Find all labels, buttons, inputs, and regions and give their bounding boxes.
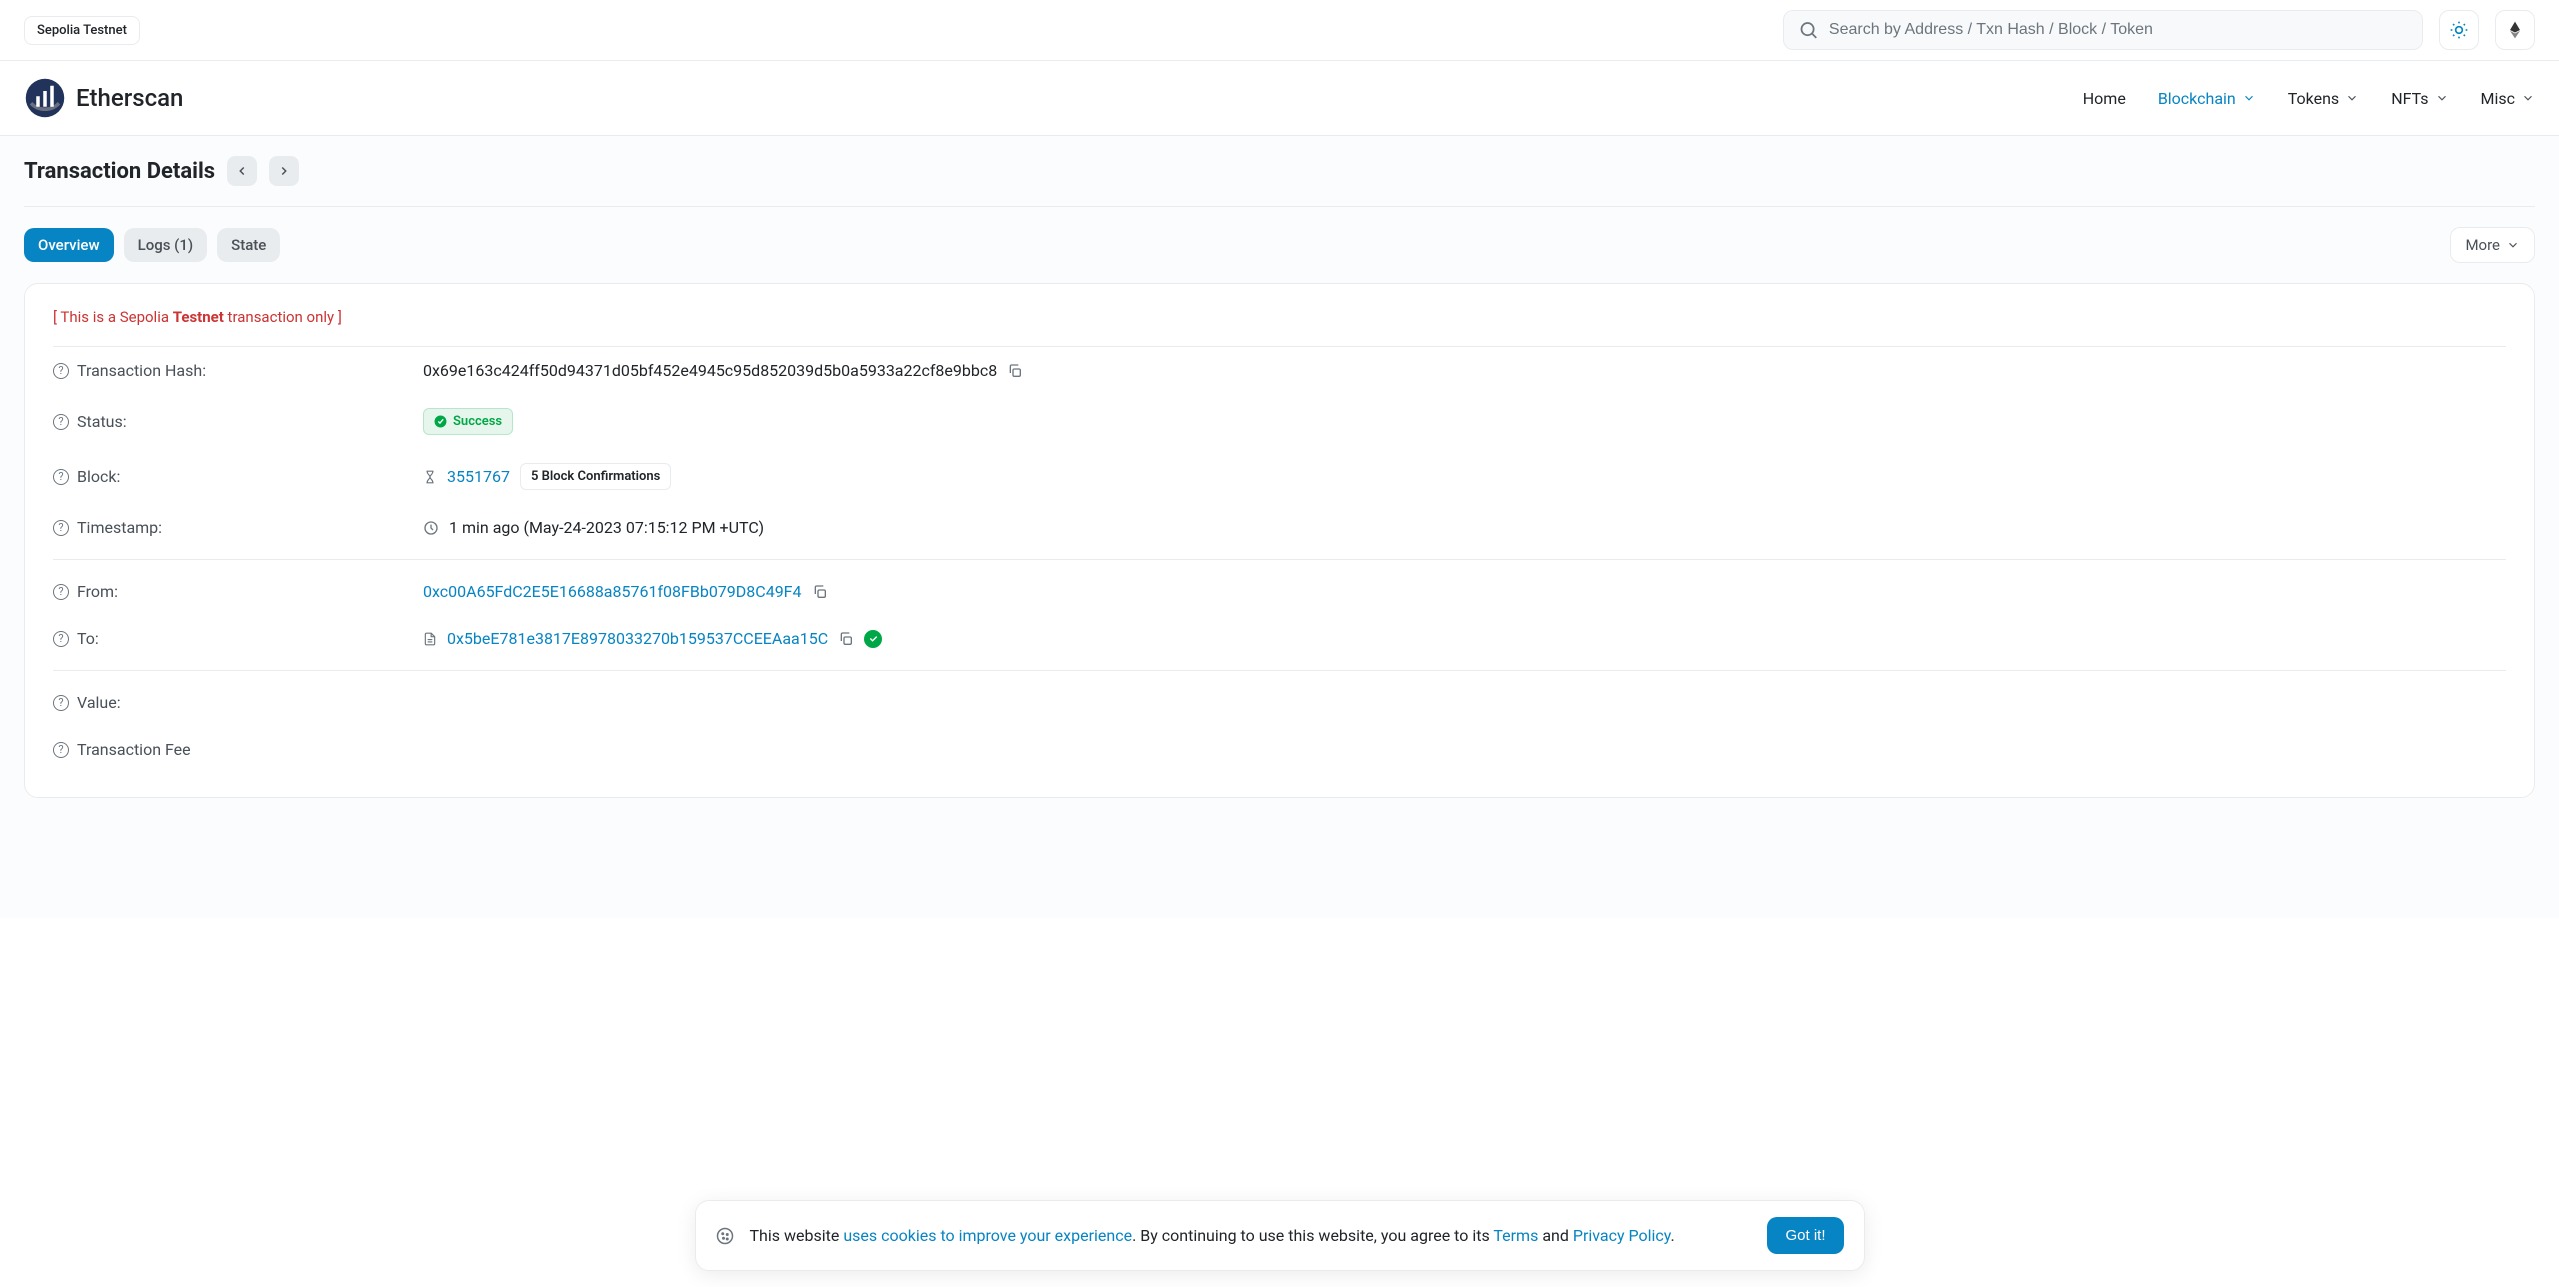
transaction-card: [ This is a Sepolia Testnet transaction …	[24, 283, 2535, 798]
logo-icon	[24, 77, 66, 119]
cookie-link-terms[interactable]: Terms	[1493, 1226, 1538, 1245]
tabs: Overview Logs (1) State	[24, 228, 280, 262]
tab-overview[interactable]: Overview	[24, 228, 114, 262]
chevron-down-icon	[2521, 91, 2535, 105]
value-to[interactable]: 0x5beE781e3817E8978033270b159537CCEEAaa1…	[447, 629, 828, 648]
value-from[interactable]: 0xc00A65FdC2E5E16688a85761f08FBb079D8C49…	[423, 582, 802, 601]
search-icon	[1798, 19, 1819, 41]
status-badge: Success	[423, 408, 513, 435]
theme-toggle-button[interactable]	[2439, 10, 2479, 50]
row-txn-hash: ? Transaction Hash: 0x69e163c424ff50d943…	[53, 347, 2506, 394]
help-icon[interactable]: ?	[53, 584, 69, 600]
prev-txn-button[interactable]	[227, 156, 257, 186]
sun-icon	[2449, 20, 2469, 40]
row-value: ? Value:	[53, 679, 2506, 726]
nav-home[interactable]: Home	[2083, 89, 2126, 108]
label-from: From:	[77, 582, 118, 601]
confirmations-badge: 5 Block Confirmations	[520, 463, 671, 490]
help-icon[interactable]: ?	[53, 631, 69, 647]
page-title: Transaction Details	[24, 159, 215, 184]
label-txn-hash: Transaction Hash:	[77, 361, 206, 380]
row-to: ? To: 0x5beE781e3817E8978033270b159537CC…	[53, 615, 2506, 662]
label-block: Block:	[77, 467, 120, 486]
search-container[interactable]	[1783, 10, 2423, 50]
cookie-text: This website uses cookies to improve you…	[750, 1226, 1752, 1245]
row-fee: ? Transaction Fee	[53, 726, 2506, 773]
tabs-row: Overview Logs (1) State More	[24, 227, 2535, 263]
cookie-link-privacy[interactable]: Privacy Policy	[1573, 1226, 1671, 1245]
copy-icon[interactable]	[838, 631, 854, 647]
tab-logs[interactable]: Logs (1)	[124, 228, 208, 262]
label-fee: Transaction Fee	[77, 740, 191, 759]
hourglass-icon	[423, 470, 437, 484]
value-txn-hash: 0x69e163c424ff50d94371d05bf452e4945c95d8…	[423, 361, 997, 380]
help-icon[interactable]: ?	[53, 520, 69, 536]
nav-misc[interactable]: Misc	[2481, 89, 2536, 108]
check-circle-icon	[434, 415, 447, 428]
help-icon[interactable]: ?	[53, 414, 69, 430]
help-icon[interactable]: ?	[53, 742, 69, 758]
top-bar: Sepolia Testnet	[0, 0, 2559, 61]
row-timestamp: ? Timestamp: 1 min ago (May-24-2023 07:1…	[53, 504, 2506, 551]
testnet-warning: [ This is a Sepolia Testnet transaction …	[53, 308, 2506, 347]
copy-icon[interactable]	[1007, 363, 1023, 379]
next-txn-button[interactable]	[269, 156, 299, 186]
contract-icon	[423, 631, 437, 647]
nav-nfts[interactable]: NFTs	[2391, 89, 2448, 108]
chevron-down-icon	[2435, 91, 2449, 105]
row-from: ? From: 0xc00A65FdC2E5E16688a85761f08FBb…	[53, 568, 2506, 615]
search-input[interactable]	[1829, 21, 2408, 39]
chevron-left-icon	[235, 164, 249, 178]
chevron-down-icon	[2345, 91, 2359, 105]
cookie-icon	[716, 1227, 734, 1245]
row-status: ? Status: Success	[53, 394, 2506, 449]
cookie-link-experience[interactable]: uses cookies to improve your experience	[843, 1226, 1132, 1245]
copy-icon[interactable]	[812, 584, 828, 600]
label-to: To:	[77, 629, 99, 648]
value-timestamp: 1 min ago (May-24-2023 07:15:12 PM +UTC)	[449, 518, 764, 537]
content: Transaction Details Overview Logs (1) St…	[0, 136, 2559, 918]
chevron-right-icon	[277, 164, 291, 178]
cookie-banner: This website uses cookies to improve you…	[695, 1200, 1865, 1271]
nav-links: Home Blockchain Tokens NFTs Misc	[2083, 89, 2535, 108]
nav-blockchain[interactable]: Blockchain	[2158, 89, 2256, 108]
logo-text: Etherscan	[76, 84, 183, 112]
more-button[interactable]: More	[2450, 227, 2535, 263]
clock-icon	[423, 520, 439, 536]
page-header: Transaction Details	[24, 156, 2535, 207]
main-nav: Etherscan Home Blockchain Tokens NFTs Mi…	[0, 61, 2559, 136]
help-icon[interactable]: ?	[53, 363, 69, 379]
help-icon[interactable]: ?	[53, 695, 69, 711]
row-block: ? Block: 3551767 5 Block Confirmations	[53, 449, 2506, 504]
help-icon[interactable]: ?	[53, 469, 69, 485]
network-badge[interactable]: Sepolia Testnet	[24, 16, 140, 45]
chevron-down-icon	[2506, 238, 2520, 252]
label-timestamp: Timestamp:	[77, 518, 162, 537]
tab-state[interactable]: State	[217, 228, 280, 262]
label-status: Status:	[77, 412, 127, 431]
cookie-accept-button[interactable]: Got it!	[1767, 1217, 1843, 1254]
network-select-button[interactable]	[2495, 10, 2535, 50]
chevron-down-icon	[2242, 91, 2256, 105]
nav-tokens[interactable]: Tokens	[2288, 89, 2359, 108]
logo[interactable]: Etherscan	[24, 77, 183, 119]
ethereum-icon	[2505, 20, 2525, 40]
label-value: Value:	[77, 693, 121, 712]
value-block[interactable]: 3551767	[447, 467, 510, 486]
verified-icon	[864, 630, 882, 648]
